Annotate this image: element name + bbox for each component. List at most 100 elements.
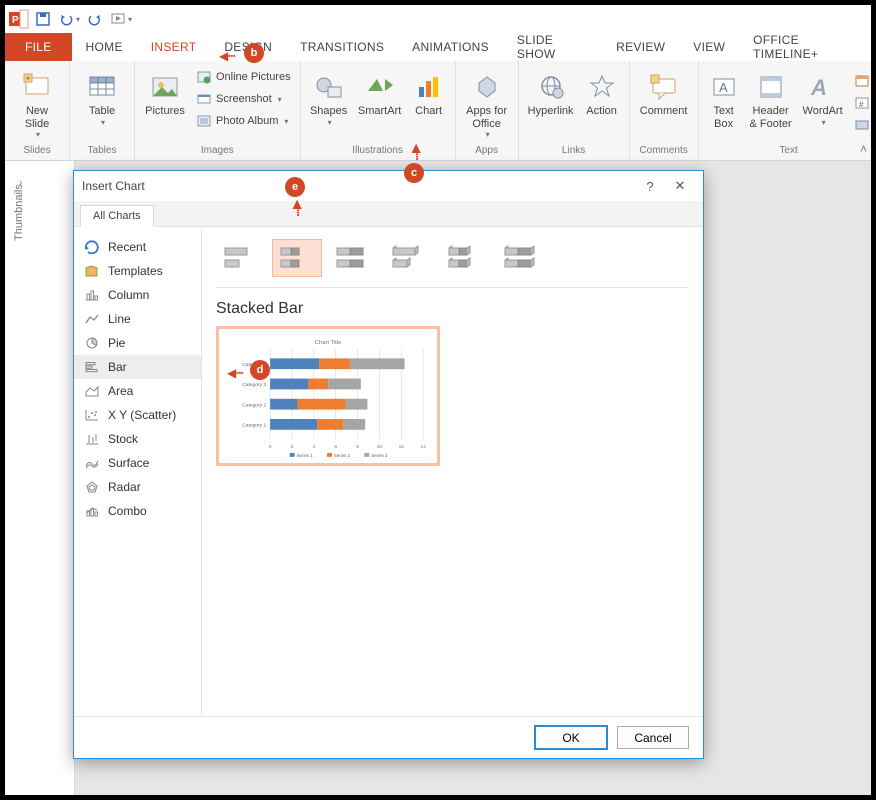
photo-album-icon bbox=[196, 113, 212, 129]
group-text: Text bbox=[779, 143, 797, 160]
preview-title: Stacked Bar bbox=[216, 300, 689, 318]
table-button[interactable]: Table ▾ bbox=[76, 65, 128, 127]
chart-subtype-row bbox=[216, 235, 689, 288]
apps-button[interactable]: Apps for Office▾ bbox=[462, 65, 512, 139]
category-x-y-scatter-[interactable]: X Y (Scatter) bbox=[74, 403, 201, 427]
textbox-button[interactable]: A Text Box bbox=[705, 65, 743, 130]
subtype-clustered-bar[interactable] bbox=[216, 239, 266, 277]
category-pie[interactable]: Pie bbox=[74, 331, 201, 355]
dialog-help-button[interactable]: ? bbox=[635, 179, 665, 194]
category-icon bbox=[84, 407, 100, 423]
category-icon bbox=[84, 311, 100, 327]
group-slides: Slides bbox=[23, 143, 50, 160]
tab-slideshow[interactable]: SLIDE SHOW bbox=[503, 33, 602, 61]
category-templates[interactable]: Templates bbox=[74, 259, 201, 283]
insert-chart-dialog: Insert Chart ? ✕ All Charts RecentTempla… bbox=[73, 170, 704, 759]
category-line[interactable]: Line bbox=[74, 307, 201, 331]
callout-c: c bbox=[404, 163, 424, 183]
callout-arrow-c: ◀┅ bbox=[410, 144, 424, 160]
svg-text:Chart Title: Chart Title bbox=[315, 340, 342, 346]
category-column[interactable]: Column bbox=[74, 283, 201, 307]
new-slide-button[interactable]: New Slide ▾ bbox=[11, 65, 63, 139]
category-label: Surface bbox=[108, 456, 149, 470]
new-slide-label: New Slide bbox=[25, 105, 49, 130]
table-icon bbox=[87, 69, 117, 105]
tab-view[interactable]: VIEW bbox=[679, 33, 739, 61]
object-button[interactable] bbox=[851, 115, 873, 135]
chart-button[interactable]: Chart bbox=[409, 65, 449, 118]
svg-text:12: 12 bbox=[399, 444, 405, 450]
photo-album-button[interactable]: Photo Album▾ bbox=[193, 111, 294, 131]
slide-number-button[interactable]: # bbox=[851, 93, 873, 113]
chart-preview[interactable]: Chart Title02468101214Category 4Category… bbox=[216, 326, 440, 466]
category-surface[interactable]: Surface bbox=[74, 451, 201, 475]
undo-button[interactable]: ▾ bbox=[57, 7, 81, 31]
subtype-3-d-100-stacked-bar[interactable] bbox=[496, 239, 546, 277]
save-button[interactable] bbox=[31, 7, 55, 31]
dialog-close-button[interactable]: ✕ bbox=[665, 178, 695, 194]
collapse-ribbon-icon[interactable]: ˄ bbox=[860, 142, 867, 156]
category-area[interactable]: Area bbox=[74, 379, 201, 403]
category-combo[interactable]: Combo bbox=[74, 499, 201, 523]
ok-button[interactable]: OK bbox=[535, 726, 607, 749]
pictures-icon bbox=[150, 69, 180, 105]
pictures-button[interactable]: Pictures bbox=[141, 65, 189, 118]
category-icon bbox=[84, 383, 100, 399]
smartart-label: SmartArt bbox=[358, 105, 401, 118]
screenshot-label: Screenshot bbox=[216, 93, 272, 105]
svg-text:8: 8 bbox=[356, 444, 359, 450]
callout-arrow-d: ◀┅ bbox=[227, 366, 243, 380]
ribbon-tabs: FILE HOME INSERT DESIGN TRANSITIONS ANIM… bbox=[5, 33, 871, 61]
comment-icon bbox=[649, 69, 679, 105]
tab-office-timeline[interactable]: OFFICE TIMELINE+ bbox=[739, 33, 871, 61]
category-icon bbox=[84, 359, 100, 375]
tab-review[interactable]: REVIEW bbox=[602, 33, 679, 61]
svg-text:Category 2: Category 2 bbox=[242, 402, 266, 408]
chart-category-list: Recent Templates Column Line Pie Bar AreaX Y (… bbox=[74, 227, 202, 716]
category-label: Bar bbox=[108, 360, 127, 374]
comment-button[interactable]: Comment bbox=[636, 65, 692, 118]
tab-all-charts[interactable]: All Charts bbox=[80, 205, 154, 227]
shapes-button[interactable]: Shapes▾ bbox=[307, 65, 351, 127]
tab-transitions[interactable]: TRANSITIONS bbox=[286, 33, 398, 61]
thumbnails-pane[interactable]: › Thumbnails bbox=[5, 161, 75, 795]
header-footer-button[interactable]: Header & Footer bbox=[747, 65, 795, 130]
category-icon bbox=[84, 431, 100, 447]
category-stock[interactable]: Stock bbox=[74, 427, 201, 451]
category-radar[interactable]: Radar bbox=[74, 475, 201, 499]
subtype-3-d-stacked-bar[interactable] bbox=[440, 239, 490, 277]
header-footer-label: Header & Footer bbox=[750, 105, 792, 130]
wordart-button[interactable]: A WordArt▾ bbox=[799, 65, 847, 127]
group-apps: Apps bbox=[475, 143, 498, 160]
table-label: Table bbox=[89, 105, 115, 118]
tab-home[interactable]: HOME bbox=[72, 33, 137, 61]
category-label: Line bbox=[108, 312, 131, 326]
screenshot-button[interactable]: Screenshot▾ bbox=[193, 89, 294, 109]
category-icon bbox=[84, 335, 100, 351]
chart-icon bbox=[414, 69, 444, 105]
category-label: Templates bbox=[108, 264, 163, 278]
hyperlink-button[interactable]: Hyperlink bbox=[525, 65, 577, 118]
category-bar[interactable]: Bar bbox=[74, 355, 201, 379]
redo-button[interactable] bbox=[83, 7, 107, 31]
category-label: Radar bbox=[108, 480, 141, 494]
tab-animations[interactable]: ANIMATIONS bbox=[398, 33, 503, 61]
action-button[interactable]: Action bbox=[581, 65, 623, 118]
photo-album-label: Photo Album bbox=[216, 115, 278, 127]
start-slideshow-button[interactable]: ▾ bbox=[109, 7, 133, 31]
cancel-button[interactable]: Cancel bbox=[617, 726, 689, 749]
online-pictures-button[interactable]: Online Pictures bbox=[193, 67, 294, 87]
subtype-stacked-bar[interactable] bbox=[272, 239, 322, 277]
subtype-100-stacked-bar[interactable] bbox=[328, 239, 378, 277]
shapes-label: Shapes bbox=[310, 105, 347, 118]
category-recent[interactable]: Recent bbox=[74, 235, 201, 259]
subtype-3-d-clustered-bar[interactable] bbox=[384, 239, 434, 277]
tab-insert[interactable]: INSERT bbox=[137, 33, 211, 61]
category-icon bbox=[84, 287, 100, 303]
date-time-button[interactable] bbox=[851, 71, 873, 91]
tab-file[interactable]: FILE bbox=[5, 33, 72, 61]
date-time-icon bbox=[854, 73, 870, 89]
smartart-button[interactable]: SmartArt bbox=[355, 65, 405, 118]
svg-text:4: 4 bbox=[312, 444, 315, 450]
apps-label: Apps for Office bbox=[466, 105, 507, 130]
